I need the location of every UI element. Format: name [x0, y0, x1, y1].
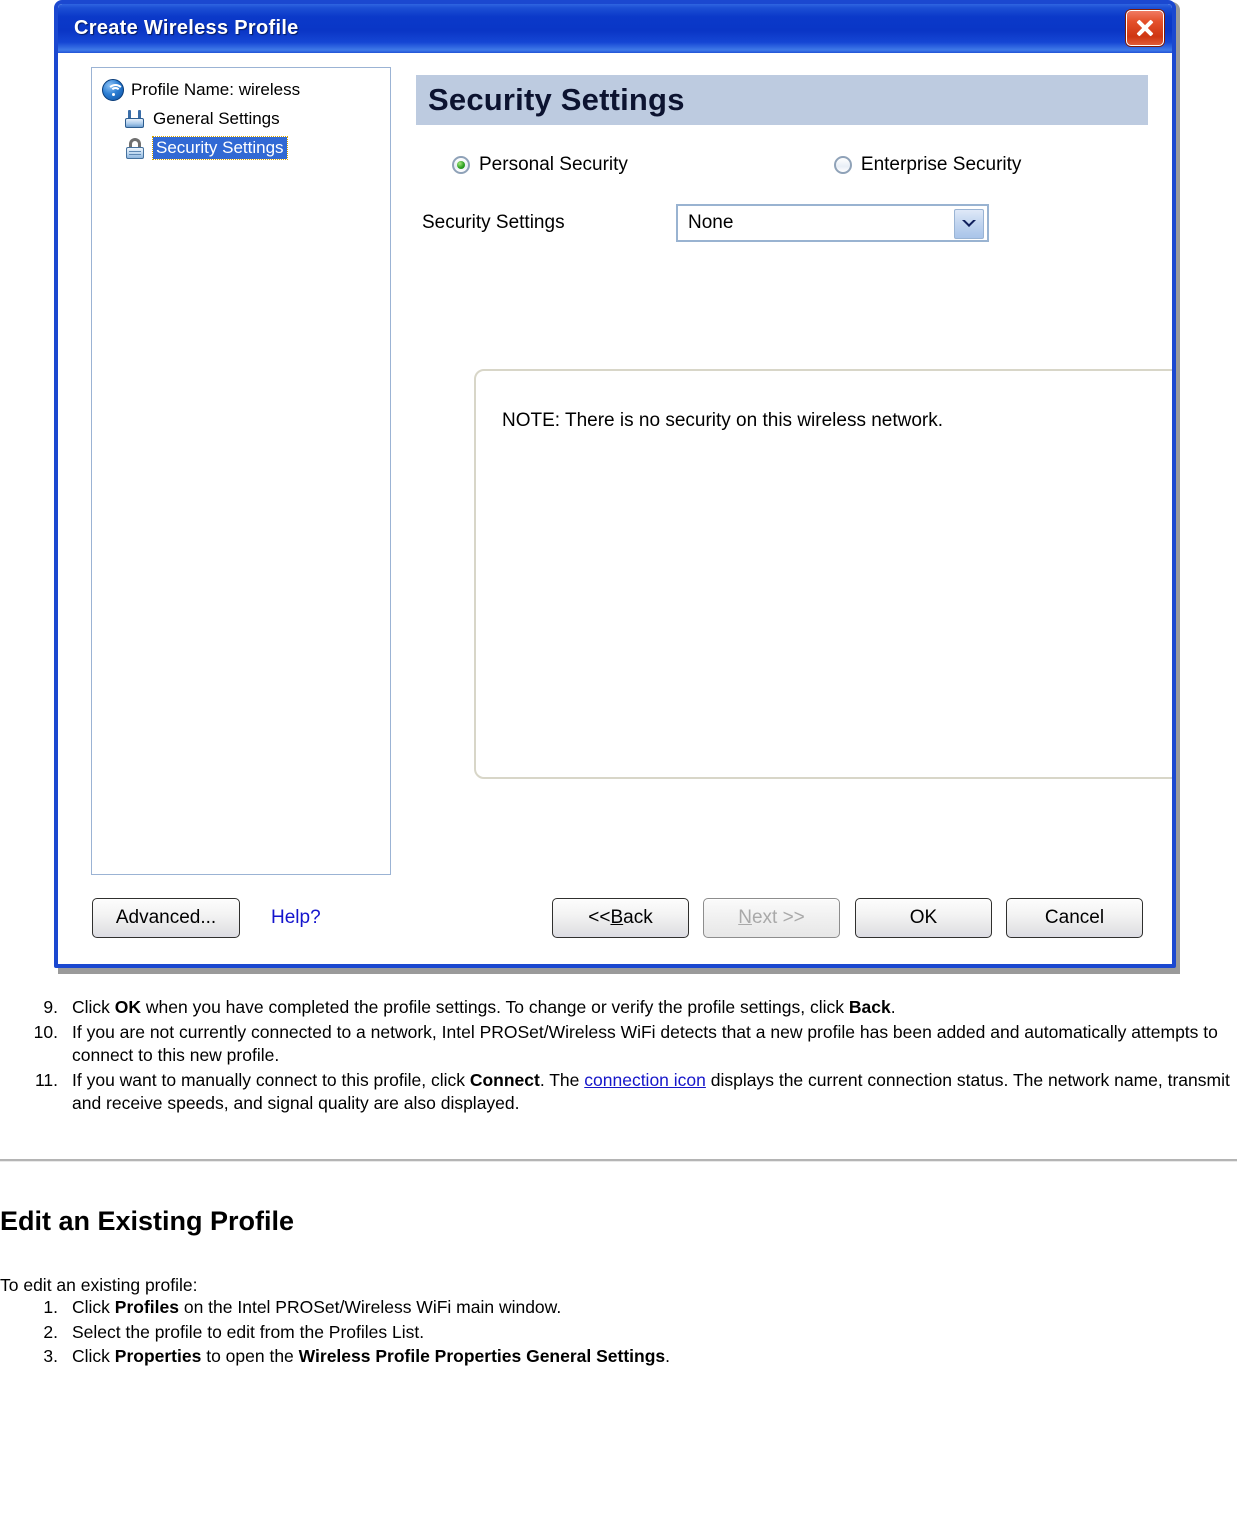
- dialog-title: Create Wireless Profile: [74, 17, 299, 39]
- body-text: to open the: [201, 1345, 299, 1366]
- list-item-number: 2.: [43, 1321, 58, 1342]
- connection-icon-link[interactable]: connection icon: [584, 1070, 706, 1090]
- tree-item-profile-name[interactable]: Profile Name: wireless: [98, 75, 384, 104]
- emphasis-text: Connect: [469, 1070, 540, 1091]
- list-item: 1. Click Profiles on the Intel PROSet/Wir…: [0, 1296, 1237, 1319]
- radio-mark-icon: [452, 156, 470, 174]
- note-box: NOTE: There is no security on this wirel…: [474, 369, 1172, 779]
- profile-tree-panel: Profile Name: wireless General Settings …: [91, 67, 391, 875]
- next-button: Next >>: [703, 898, 840, 938]
- help-link[interactable]: Help?: [271, 907, 321, 929]
- note-text: NOTE: There is no security on this wirel…: [502, 410, 944, 431]
- radio-enterprise-security[interactable]: Enterprise Security: [833, 154, 1022, 176]
- pane-header-title: Security Settings: [428, 82, 685, 117]
- dialog-body: Profile Name: wireless General Settings …: [58, 53, 1172, 964]
- close-icon[interactable]: [1126, 10, 1164, 46]
- next-button-accelerator: N: [738, 907, 752, 928]
- emphasis-text: Back: [848, 997, 891, 1017]
- body-text: If you are not currently connected to a …: [72, 1022, 1218, 1066]
- radio-label: Personal Security: [479, 154, 628, 175]
- emphasis-text: Properties: [114, 1345, 202, 1366]
- body-text: on the Intel PROSet/Wireless WiFi main w…: [178, 1297, 562, 1318]
- body-text: Select the profile to edit from the Prof…: [72, 1321, 425, 1342]
- body-text: when you have completed the profile sett…: [141, 997, 849, 1017]
- list-item: 2. Select the profile to edit from the Pr…: [0, 1321, 1237, 1344]
- list-item-number: 10.: [33, 1022, 58, 1043]
- lead-paragraph: To edit an existing profile:: [0, 1275, 198, 1296]
- cancel-button[interactable]: Cancel: [1006, 898, 1143, 938]
- security-settings-value: None: [688, 212, 734, 233]
- radio-label: Enterprise Security: [860, 154, 1022, 175]
- security-settings-field-row: Security Settings None: [416, 204, 1148, 242]
- body-text: Click: [72, 1345, 115, 1366]
- body-text: Click: [72, 997, 115, 1017]
- body-text: .: [665, 1345, 671, 1366]
- ok-button[interactable]: OK: [855, 898, 992, 938]
- tree-item-label: Security Settings: [152, 135, 288, 160]
- security-settings-pane: Security Settings Personal Security Ente…: [416, 75, 1172, 779]
- tree-item-general-settings[interactable]: General Settings: [98, 104, 384, 133]
- back-button-label: <<: [588, 907, 611, 928]
- page-title: Edit an Existing Profile: [0, 1206, 295, 1237]
- next-button-label-rest: ext >>: [751, 907, 805, 928]
- document-content: 9. Click OK when you have completed the p…: [0, 996, 1237, 1369]
- list-item-number: 1.: [43, 1297, 58, 1318]
- back-button[interactable]: << Back: [552, 898, 689, 938]
- wifi-icon: [102, 78, 124, 101]
- emphasis-text: Profiles: [114, 1297, 179, 1318]
- dialog-button-bar: Advanced... Help? << Back Next >> OK Can…: [58, 898, 1172, 958]
- body-text: If you want to manually connect to this …: [72, 1070, 470, 1091]
- access-point-icon: [124, 108, 146, 130]
- list-item-number: 9.: [43, 997, 58, 1017]
- back-button-accelerator: B: [610, 907, 624, 928]
- dialog-titlebar: Create Wireless Profile: [58, 4, 1172, 53]
- list-item: 3. Click Properties to open the Wireless …: [0, 1345, 1237, 1368]
- tree-item-label: General Settings: [153, 108, 280, 128]
- radio-mark-icon: [833, 156, 852, 174]
- body-text: .: [890, 997, 896, 1017]
- body-text: . The: [539, 1070, 585, 1091]
- pane-header: Security Settings: [416, 75, 1148, 125]
- padlock-icon: [124, 137, 146, 159]
- list-item-number: 3.: [43, 1345, 58, 1366]
- radio-personal-security[interactable]: Personal Security: [452, 154, 628, 176]
- back-button-label-rest: ack: [623, 907, 653, 928]
- steps-edit-list: 1. Click Profiles on the Intel PROSet/Wir…: [0, 1296, 1237, 1367]
- security-settings-select[interactable]: None: [676, 204, 989, 242]
- security-settings-label: Security Settings: [422, 212, 565, 233]
- list-item: 9. Click OK when you have completed the p…: [0, 996, 1237, 1019]
- steps-continued-list: 9. Click OK when you have completed the p…: [0, 996, 1237, 1115]
- tree-item-security-settings[interactable]: Security Settings: [98, 133, 384, 162]
- emphasis-text: Wireless Profile Properties General Sett…: [298, 1345, 666, 1366]
- tree-item-label: Profile Name: wireless: [131, 79, 301, 99]
- emphasis-text: OK: [114, 997, 142, 1017]
- advanced-button[interactable]: Advanced...: [92, 898, 240, 938]
- body-text: Click: [72, 1297, 115, 1318]
- section-divider: [0, 1159, 1237, 1163]
- list-item-number: 11.: [34, 1070, 58, 1091]
- chevron-down-icon[interactable]: [954, 209, 984, 239]
- security-type-radio-group: Personal Security Enterprise Security: [416, 154, 1148, 176]
- list-item: 11. If you want to manually connect to th…: [0, 1069, 1237, 1115]
- create-wireless-profile-dialog: Create Wireless Profile Profile Name: wi…: [54, 0, 1176, 968]
- list-item: 10. If you are not currently connected to…: [0, 1021, 1237, 1067]
